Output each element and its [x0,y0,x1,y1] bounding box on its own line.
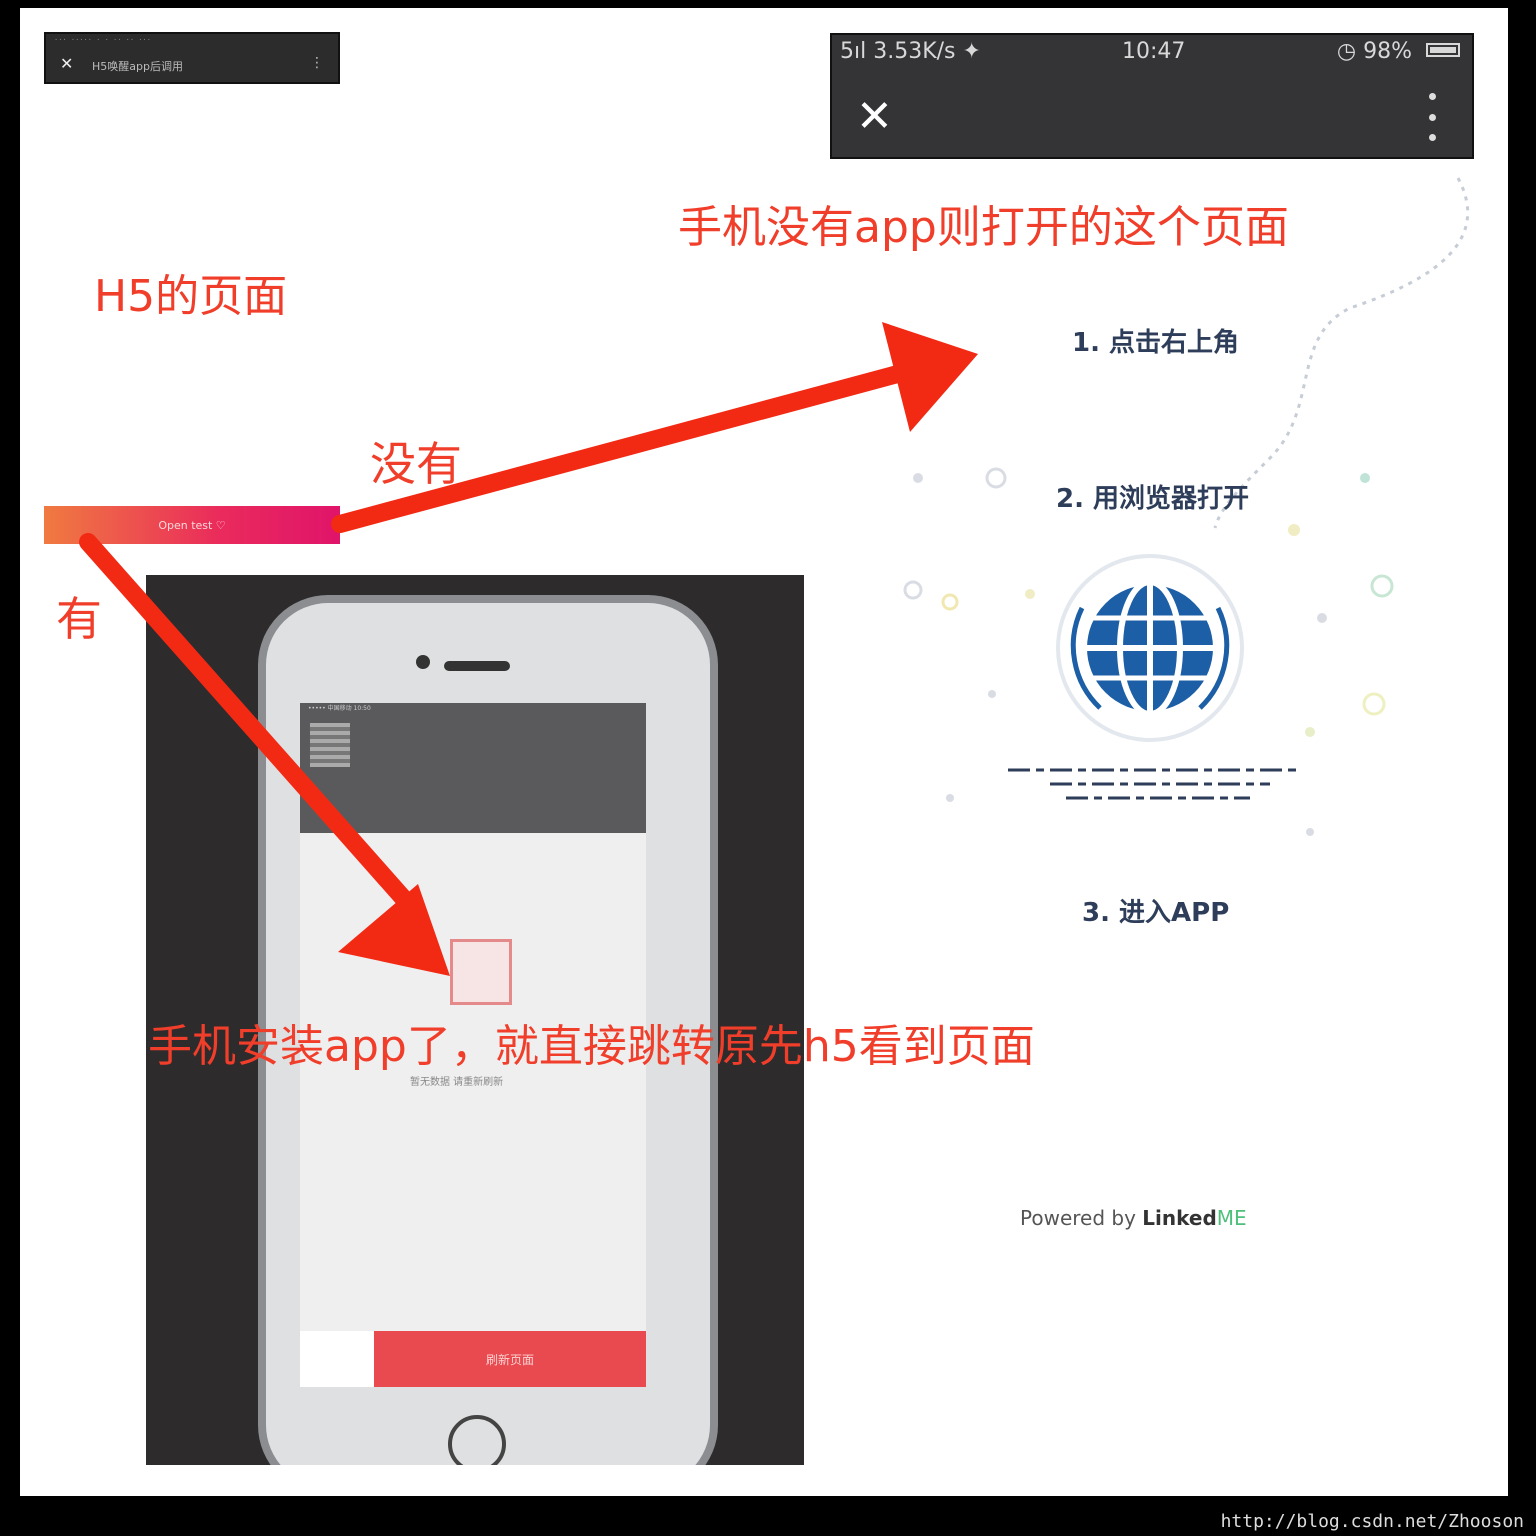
arrow-has-app [79,533,450,976]
canvas: ··· ····· · · ·· ·· ··· ✕ H5唤醒app后调用 ⋮ H… [20,8,1508,1496]
flow-arrows [79,322,978,976]
arrow-no-app [331,322,978,533]
watermark: http://blog.csdn.net/Zhooson [1220,1511,1524,1532]
has-app-caption: 手机安装app了，就直接跳转原先h5看到页面 [148,1021,1035,1072]
